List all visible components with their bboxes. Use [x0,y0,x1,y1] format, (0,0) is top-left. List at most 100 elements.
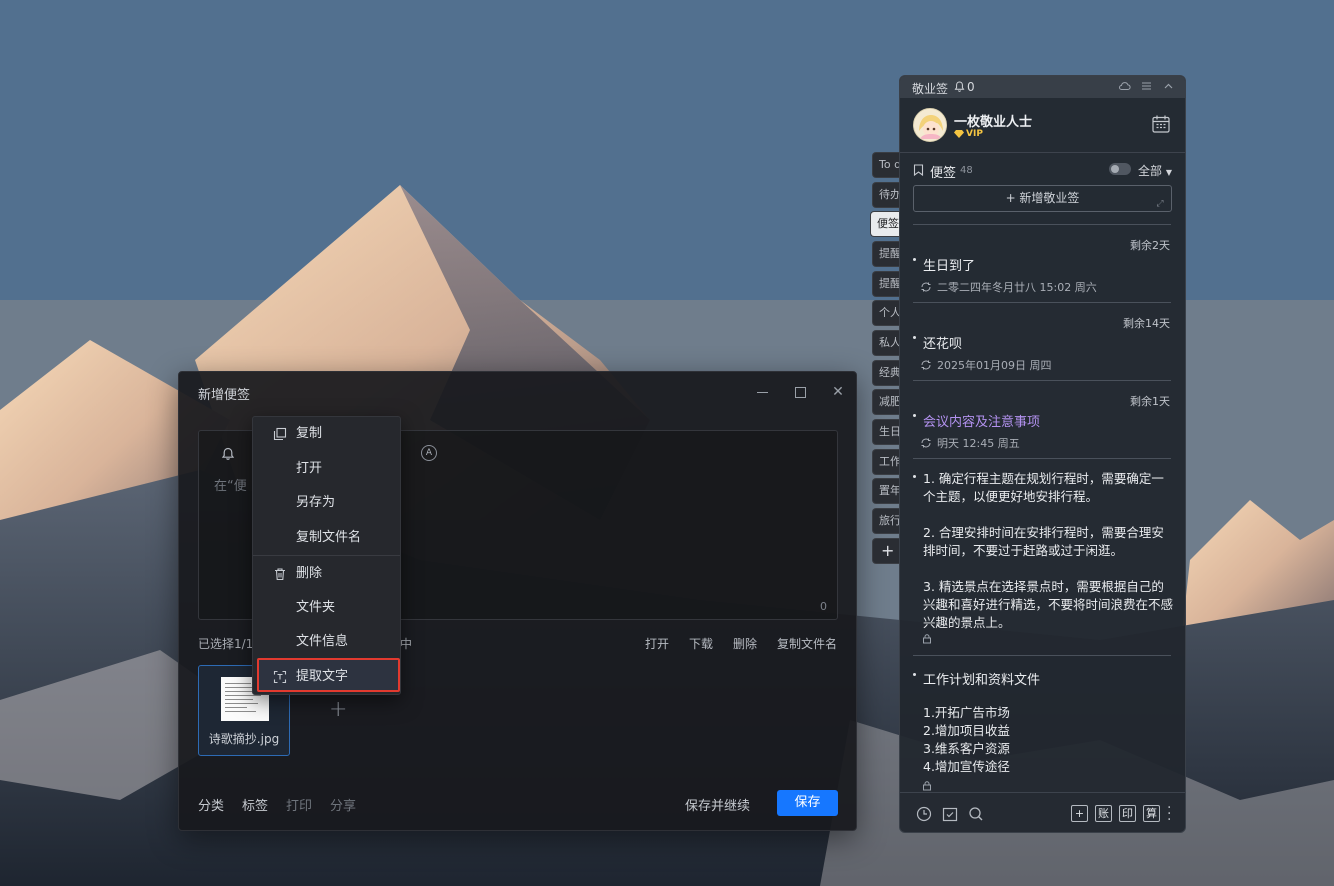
add-box-button[interactable]: + [1071,805,1088,822]
text-extract-icon [273,670,287,684]
vip-label: VIP [966,129,983,139]
remaining-days: 剩余1天 [1130,395,1170,408]
divider [913,224,1171,225]
menu-label: 复制文件名 [296,530,362,545]
side-tab[interactable]: 生日 [872,419,900,445]
chevron-down-icon: ▼ [1165,168,1172,177]
note-footer-tools: 分类 标签 打印 分享 [198,795,356,814]
side-tab[interactable]: 减肥 [872,389,900,415]
side-tab[interactable]: 待办 [872,182,900,208]
repeat-icon [921,438,931,448]
notification-count: 0 [967,80,975,94]
note-title: 还花呗 [923,337,963,352]
open-file-link[interactable]: 打开 [645,635,669,652]
menu-item-copy[interactable]: 复制 [253,420,400,448]
side-tab[interactable]: 提醒 [872,241,900,267]
trash-icon [275,568,285,581]
menu-item-folder[interactable]: 文件夹 [253,594,400,622]
panel-bottom-bar: + 账 印 算 · · · [900,798,1185,832]
new-note-label: + 新增敬业签 [1005,191,1080,205]
side-tab[interactable]: 置年 [872,478,900,504]
tag-button[interactable]: 标签 [242,795,268,814]
calculator-button[interactable]: 算 [1143,805,1160,822]
section-count: 48 [960,165,973,176]
stamp-button[interactable]: 印 [1119,805,1136,822]
collapse-icon[interactable] [1162,79,1175,93]
menu-item-open[interactable]: 打开 [253,455,400,483]
print-button[interactable]: 打印 [286,795,312,814]
calendar-icon[interactable] [1151,114,1171,134]
menu-icon[interactable] [1140,79,1153,93]
account-button[interactable]: 账 [1095,805,1112,822]
char-count: 0 [820,600,827,613]
menu-divider [253,555,400,556]
note-time-text: 2025年01月09日 周四 [937,359,1052,372]
side-tab[interactable]: 个人 [872,300,900,326]
more-icon[interactable]: · · · [1167,801,1171,827]
view-toggle[interactable] [1109,163,1131,175]
filter-dropdown[interactable]: 全部 ▼ [1138,162,1172,179]
add-tab-button[interactable]: + [872,538,900,564]
menu-label: 文件夹 [296,600,336,615]
download-file-link[interactable]: 下载 [689,635,713,652]
divider [913,655,1171,656]
selection-status: 已选择1/1 [198,637,254,651]
divider [913,302,1171,303]
side-tab[interactable]: 私人 [872,330,900,356]
bullet [913,336,916,339]
note-body-line: 2.增加项目收益 [923,723,1010,738]
close-button[interactable]: ✕ [827,381,849,403]
copy-icon [273,427,287,441]
expand-icon: ⤢ [1156,199,1164,209]
add-attachment-button[interactable]: + [329,697,347,722]
side-tab[interactable]: 工作 [872,449,900,475]
cloud-sync-icon[interactable] [1118,79,1131,93]
menu-item-extract-text[interactable]: 提取文字 [253,663,400,691]
repeat-icon [921,282,931,292]
bullet [913,414,916,417]
panel-title-bar: 敬业签 0 [900,76,1185,98]
side-tab[interactable]: 提醒 [872,271,900,297]
window-title: 新增便签 [198,388,251,403]
notification-button[interactable]: 0 [954,80,975,94]
bell-icon[interactable] [221,447,235,461]
note-body-line: 3. 精选景点在选择景点时，需要根据自己的兴趣和喜好进行精选，不要将时间浪费在不… [923,579,1174,630]
note-time: 明天 12:45 周五 [920,435,1020,451]
checklist-icon[interactable] [942,806,958,822]
menu-label: 删除 [296,566,323,581]
avatar[interactable] [913,108,947,142]
save-button[interactable]: 保存 [777,790,838,816]
bullet [913,475,916,478]
menu-label: 另存为 [296,495,336,510]
filter-label: 全部 [1138,164,1163,178]
category-button[interactable]: 分类 [198,795,224,814]
note-title: 会议内容及注意事项 [923,415,1041,430]
repeat-icon [921,360,931,370]
lock-icon [923,634,931,644]
side-tab[interactable]: To d [872,152,900,178]
note-body-line: 1.开拓广告市场 [923,705,1010,720]
save-and-continue-button[interactable]: 保存并继续 [685,795,750,814]
delete-file-link[interactable]: 删除 [733,635,757,652]
menu-item-copy-filename[interactable]: 复制文件名 [253,524,400,552]
menu-item-save-as[interactable]: 另存为 [253,489,400,517]
new-note-button[interactable]: + 新增敬业签 ⤢ [913,185,1172,212]
vip-badge: VIP [954,129,983,139]
menu-item-delete[interactable]: 删除 [253,560,400,588]
search-icon[interactable] [968,806,984,822]
font-style-icon[interactable]: A [421,445,437,461]
clock-icon[interactable] [916,806,932,822]
side-tab[interactable]: 旅行 [872,508,900,534]
menu-item-file-info[interactable]: 文件信息 [253,628,400,656]
bullet [913,258,916,261]
divider [900,792,1185,793]
side-tab[interactable]: 经典 [872,360,900,386]
maximize-button[interactable] [789,381,811,403]
minimize-button[interactable] [751,381,773,403]
side-tab-active[interactable]: 便签 [870,211,900,237]
remaining-days: 剩余14天 [1123,317,1170,330]
share-button[interactable]: 分享 [330,795,356,814]
menu-label: 文件信息 [296,634,349,649]
copy-filename-link[interactable]: 复制文件名 [777,635,837,652]
notes-panel: 敬业签 0 一枚敬业人士 VIP 便签 48 全部 ▼ + 新增敬业签 ⤢ 剩余… [899,75,1186,833]
